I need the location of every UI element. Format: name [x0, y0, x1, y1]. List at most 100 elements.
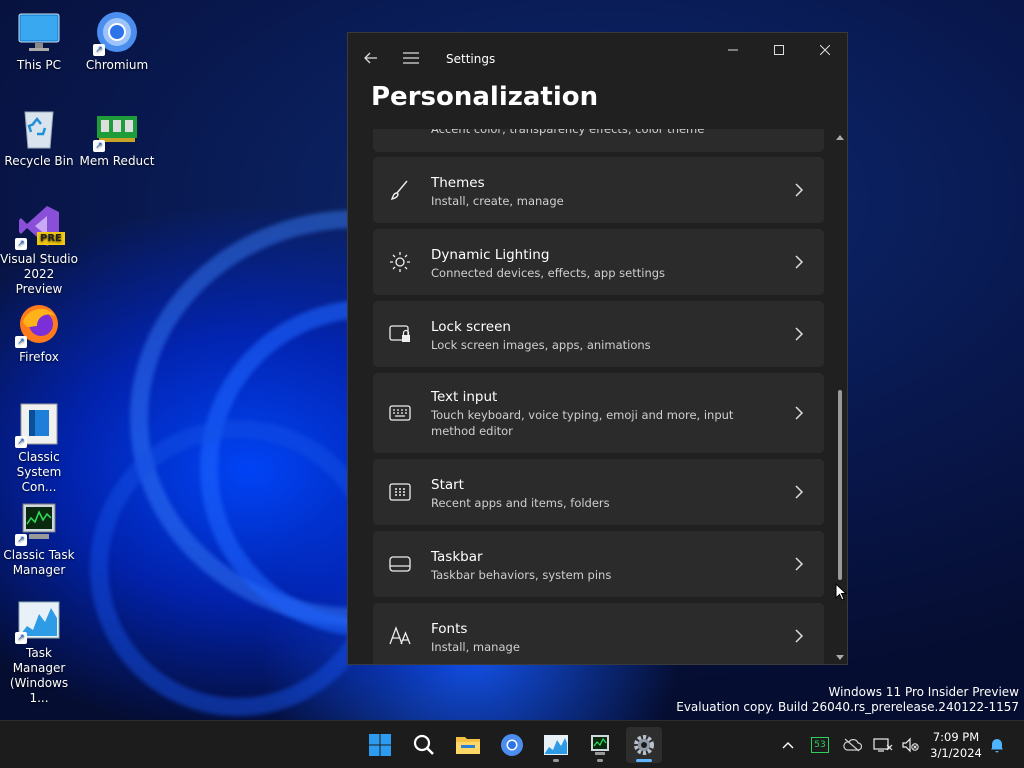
- taskbar-icon: [389, 556, 411, 572]
- minimize-button[interactable]: [710, 33, 756, 67]
- tray-mem-reduct[interactable]: 53: [808, 727, 832, 763]
- chevron-right-icon: [795, 255, 804, 269]
- chevron-right-icon: [795, 327, 804, 341]
- scrollbar-thumb[interactable]: [838, 390, 842, 580]
- close-icon: [820, 45, 830, 55]
- task-manager-icon: ↗: [15, 598, 61, 644]
- volume-muted-icon: [902, 737, 919, 753]
- nav-menu-button[interactable]: [398, 45, 424, 71]
- shortcut-arrow-icon: ↗: [15, 632, 27, 644]
- settings-item-subtitle: Recent apps and items, folders: [431, 496, 610, 510]
- desktop-icon-classic-system-control[interactable]: ↗ Classic System Con...: [0, 402, 78, 495]
- file-explorer-icon: [456, 737, 480, 754]
- desktop-icon-firefox[interactable]: ↗ Firefox: [0, 302, 78, 365]
- lighting-icon: [390, 252, 410, 272]
- settings-item-themes[interactable]: Themes Install, create, manage: [373, 157, 824, 223]
- settings-item-subtitle: Accent color, transparency effects, colo…: [431, 129, 705, 136]
- network-icon: [873, 738, 893, 752]
- chromium-icon: [501, 734, 523, 756]
- running-indicator: [597, 759, 603, 762]
- settings-item-text-input[interactable]: Text input Touch keyboard, voice typing,…: [373, 373, 824, 453]
- keyboard-icon: [389, 405, 411, 421]
- shortcut-arrow-icon: ↗: [93, 44, 105, 56]
- settings-item-taskbar[interactable]: Taskbar Taskbar behaviors, system pins: [373, 531, 824, 597]
- settings-item-start[interactable]: Start Recent apps and items, folders: [373, 459, 824, 525]
- build-watermark: Windows 11 Pro Insider Preview Evaluatio…: [676, 685, 1019, 715]
- task-manager-icon: [544, 735, 568, 755]
- preview-badge: PRE: [37, 232, 65, 245]
- taskbar-task-manager[interactable]: [538, 727, 574, 763]
- chevron-right-icon: [795, 557, 804, 571]
- taskbar-chromium[interactable]: [494, 727, 530, 763]
- taskbar: 53 7:09 PM 3/1/2024: [0, 720, 1024, 768]
- chevron-right-icon: [795, 183, 804, 197]
- running-indicator: [553, 759, 559, 762]
- scroll-down-arrow-icon[interactable]: [835, 652, 845, 662]
- settings-window: Settings Personalization Accent color, t…: [347, 32, 848, 665]
- taskbar-classic-task-manager[interactable]: [582, 727, 618, 763]
- settings-icon: [634, 735, 654, 755]
- settings-item-title: Fonts: [431, 621, 468, 637]
- settings-item-title: Dynamic Lighting: [431, 247, 550, 263]
- recycle-bin-icon: [17, 106, 61, 150]
- desktop-icon-mem-reduct[interactable]: ↗ Mem Reduct: [78, 106, 156, 169]
- maximize-button[interactable]: [756, 33, 802, 67]
- settings-list: Accent color, transparency effects, colo…: [373, 129, 824, 664]
- desktop-icon-label: Firefox: [19, 350, 59, 364]
- desktop-icon-label: This PC: [17, 58, 61, 72]
- settings-item-subtitle: Taskbar behaviors, system pins: [431, 568, 612, 582]
- desktop-icon-label: Mem Reduct: [79, 154, 155, 168]
- settings-item-subtitle: Touch keyboard, voice typing, emoji and …: [431, 408, 734, 438]
- desktop-icon-task-manager[interactable]: ↗ Task Manager (Windows 1...: [0, 598, 78, 706]
- settings-item-dynamic-lighting[interactable]: Dynamic Lighting Connected devices, effe…: [373, 229, 824, 295]
- chevron-right-icon: [795, 485, 804, 499]
- settings-item-subtitle: Install, manage: [431, 640, 520, 654]
- classic-task-manager-icon: [591, 735, 609, 755]
- desktop-icon-label: Recycle Bin: [4, 154, 74, 168]
- desktop-icon-chromium[interactable]: ↗ Chromium: [78, 10, 156, 73]
- desktop-icon-label: Classic Task Manager: [3, 548, 75, 577]
- taskbar-file-explorer[interactable]: [450, 727, 486, 763]
- back-button[interactable]: [358, 45, 384, 71]
- bell-icon: [991, 739, 1003, 753]
- start-grid-icon: [389, 483, 411, 501]
- desktop-icon-label: Classic System Con...: [16, 450, 62, 494]
- search-button[interactable]: [406, 727, 442, 763]
- clock-date: 3/1/2024: [930, 746, 982, 760]
- settings-item-lock-screen[interactable]: Lock screen Lock screen images, apps, an…: [373, 301, 824, 367]
- control-panel-icon: ↗: [15, 402, 61, 448]
- shortcut-arrow-icon: ↗: [15, 336, 27, 348]
- visual-studio-icon: PRE ↗: [15, 204, 65, 250]
- active-indicator: [636, 759, 652, 762]
- desktop-icon-classic-task-manager[interactable]: ↗ Classic Task Manager: [0, 500, 78, 578]
- minimize-icon: [728, 49, 738, 51]
- desktop-icon-label: Task Manager (Windows 1...: [9, 646, 69, 705]
- settings-item-subtitle: Install, create, manage: [431, 194, 564, 208]
- desktop-icon-this-pc[interactable]: This PC: [0, 10, 78, 73]
- memory-usage-badge: 53: [811, 737, 829, 753]
- brush-icon: [390, 180, 408, 201]
- notifications-button[interactable]: [986, 727, 1008, 763]
- classic-task-manager-icon: ↗: [15, 500, 61, 546]
- settings-item-fonts[interactable]: Fonts Install, manage: [373, 603, 824, 664]
- close-button[interactable]: [802, 33, 847, 67]
- scroll-up-arrow-icon[interactable]: [835, 133, 845, 143]
- tray-network[interactable]: [870, 727, 896, 763]
- tray-onedrive[interactable]: [838, 727, 866, 763]
- settings-item-subtitle: Connected devices, effects, app settings: [431, 266, 666, 280]
- watermark-line-1: Windows 11 Pro Insider Preview: [828, 685, 1019, 699]
- show-hidden-icons-button[interactable]: [776, 727, 800, 763]
- taskbar-settings[interactable]: [626, 727, 662, 763]
- settings-item-colors[interactable]: Accent color, transparency effects, colo…: [373, 129, 824, 152]
- settings-item-subtitle: Lock screen images, apps, animations: [431, 338, 651, 352]
- monitor-icon: [17, 10, 61, 54]
- start-button[interactable]: [362, 727, 398, 763]
- chevron-right-icon: [795, 406, 804, 420]
- desktop-icon-visual-studio[interactable]: PRE ↗ Visual Studio 2022 Preview: [0, 204, 78, 297]
- page-title: Personalization: [371, 82, 599, 112]
- desktop-icon-recycle-bin[interactable]: Recycle Bin: [0, 106, 78, 169]
- clock[interactable]: 7:09 PM 3/1/2024: [928, 729, 984, 761]
- app-title: Settings: [446, 52, 496, 66]
- settings-item-title: Start: [431, 477, 464, 493]
- tray-volume[interactable]: [898, 727, 922, 763]
